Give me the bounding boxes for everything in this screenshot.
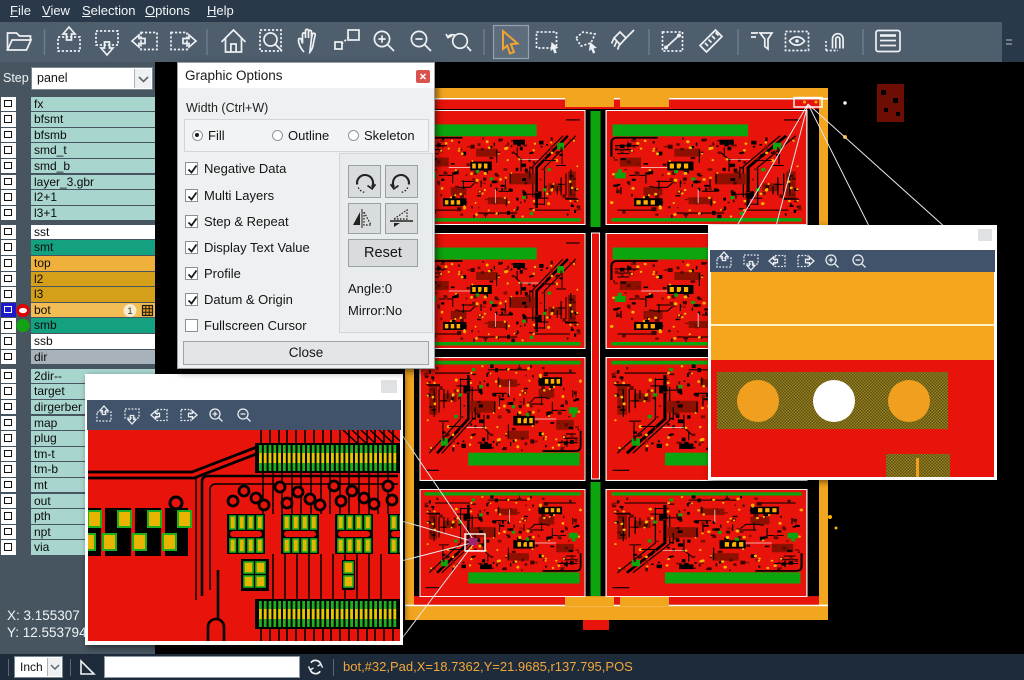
svg-text:1: 1 [127, 306, 132, 317]
